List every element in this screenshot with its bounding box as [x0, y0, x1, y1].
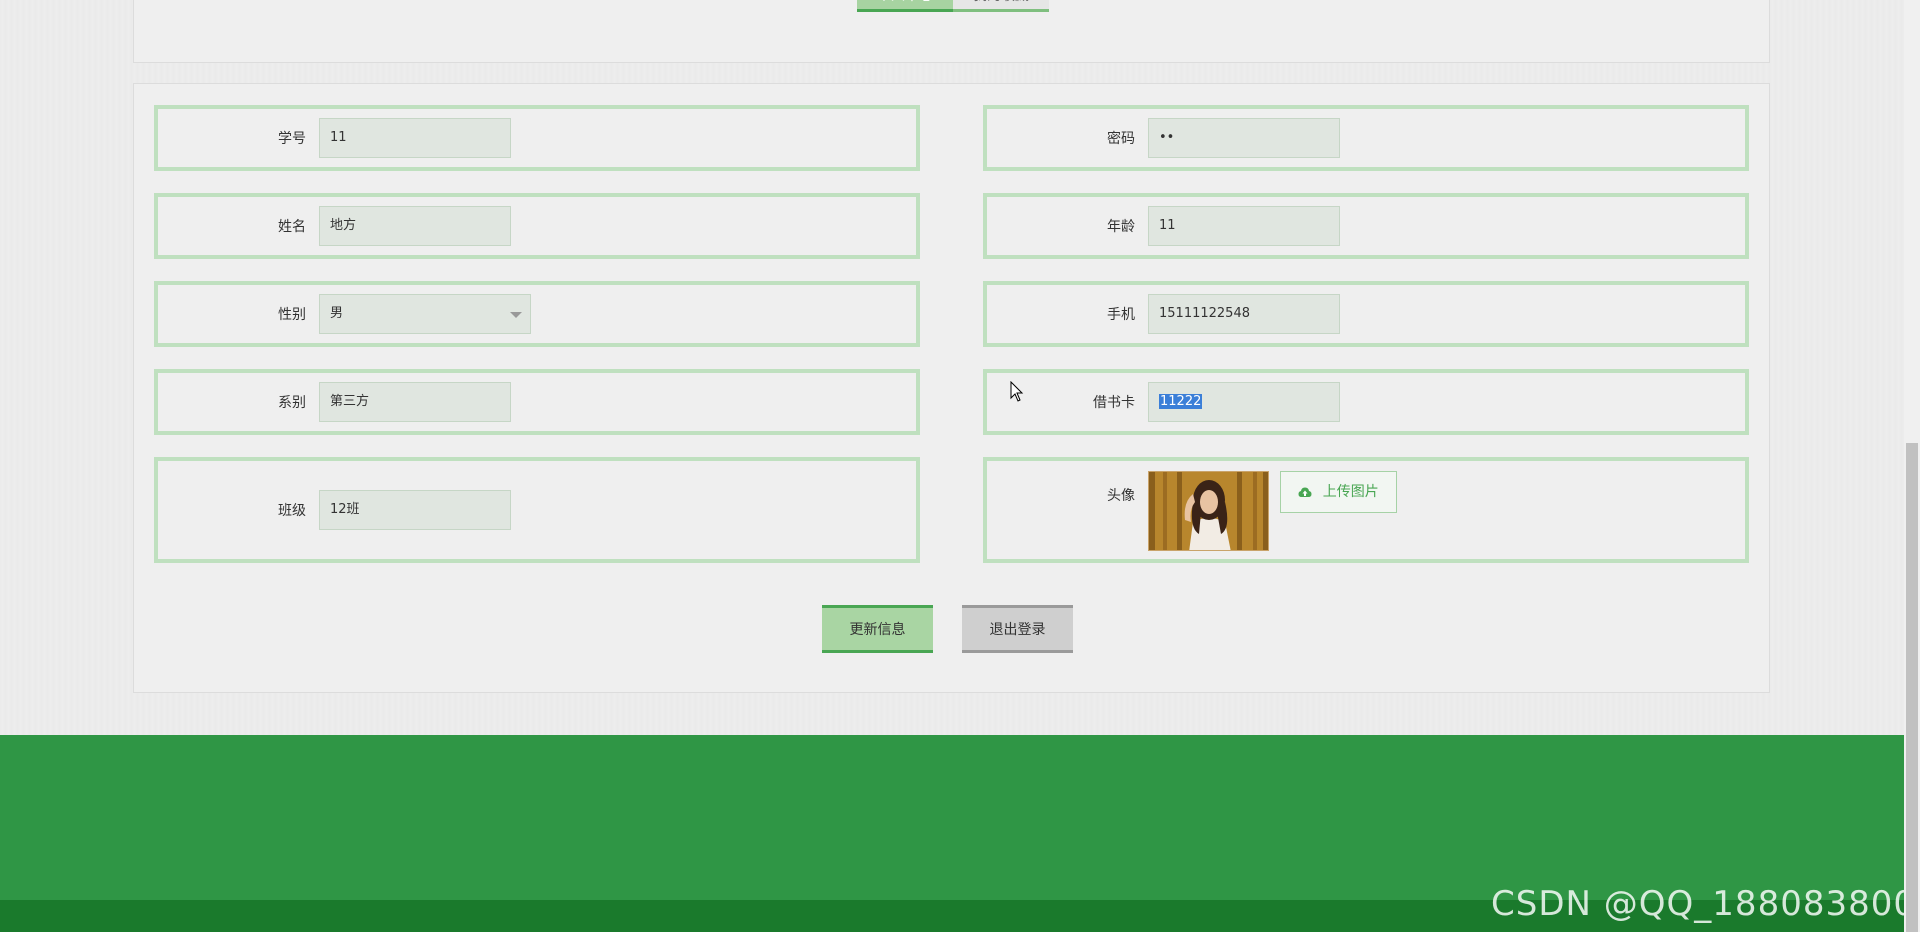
avatar-image [1148, 471, 1269, 551]
field-avatar: 头像 上传图片 [983, 457, 1749, 563]
student-id-label: 学号 [278, 131, 306, 147]
tab-my-favorites[interactable]: 我的收藏 [953, 0, 1049, 12]
mouse-cursor-icon [1010, 381, 1024, 402]
field-phone: 手机 15111122548 [983, 281, 1749, 347]
update-info-button[interactable]: 更新信息 [822, 605, 933, 653]
field-age: 年龄 11 [983, 193, 1749, 259]
name-input[interactable]: 地方 [319, 206, 511, 246]
password-input[interactable]: •• [1148, 118, 1340, 158]
vertical-scrollbar[interactable] [1904, 0, 1920, 932]
library-card-input[interactable]: 11222 [1148, 382, 1340, 422]
department-label: 系别 [278, 395, 306, 411]
gender-label: 性别 [278, 307, 306, 323]
field-library-card: 借书卡 11222 [983, 369, 1749, 435]
library-card-selected-text: 11222 [1159, 394, 1203, 409]
age-label: 年龄 [1107, 219, 1135, 235]
phone-input[interactable]: 15111122548 [1148, 294, 1340, 334]
profile-form: 学号 11 密码 •• 姓名 地方 年龄 11 性别 男 手机 15111122… [133, 83, 1770, 693]
upload-image-label: 上传图片 [1322, 484, 1379, 500]
watermark-text: CSDN @QQ_188083800 [1491, 884, 1916, 924]
gender-selected-value: 男 [330, 306, 344, 321]
field-department: 系别 第三方 [154, 369, 920, 435]
field-password: 密码 •• [983, 105, 1749, 171]
footer [0, 735, 1920, 900]
cloud-upload-icon [1298, 487, 1312, 497]
tab-personal-center[interactable]: 个人中心 [857, 0, 953, 12]
field-class: 班级 12班 [154, 457, 920, 563]
class-input[interactable]: 12班 [319, 490, 511, 530]
chevron-down-icon [510, 312, 522, 318]
tab-bar: 个人中心 我的收藏 [133, 0, 1770, 63]
student-id-input[interactable]: 11 [319, 118, 511, 158]
field-gender: 性别 男 [154, 281, 920, 347]
age-input[interactable]: 11 [1148, 206, 1340, 246]
password-label: 密码 [1107, 131, 1135, 147]
department-input[interactable]: 第三方 [319, 382, 511, 422]
scrollbar-thumb[interactable] [1906, 443, 1918, 932]
logout-button[interactable]: 退出登录 [962, 605, 1073, 653]
field-name: 姓名 地方 [154, 193, 920, 259]
avatar-label: 头像 [1107, 488, 1135, 504]
class-label: 班级 [278, 503, 306, 519]
field-student-id: 学号 11 [154, 105, 920, 171]
upload-image-button[interactable]: 上传图片 [1280, 471, 1397, 513]
name-label: 姓名 [278, 219, 306, 235]
phone-label: 手机 [1107, 307, 1135, 323]
gender-select[interactable]: 男 [319, 294, 531, 334]
